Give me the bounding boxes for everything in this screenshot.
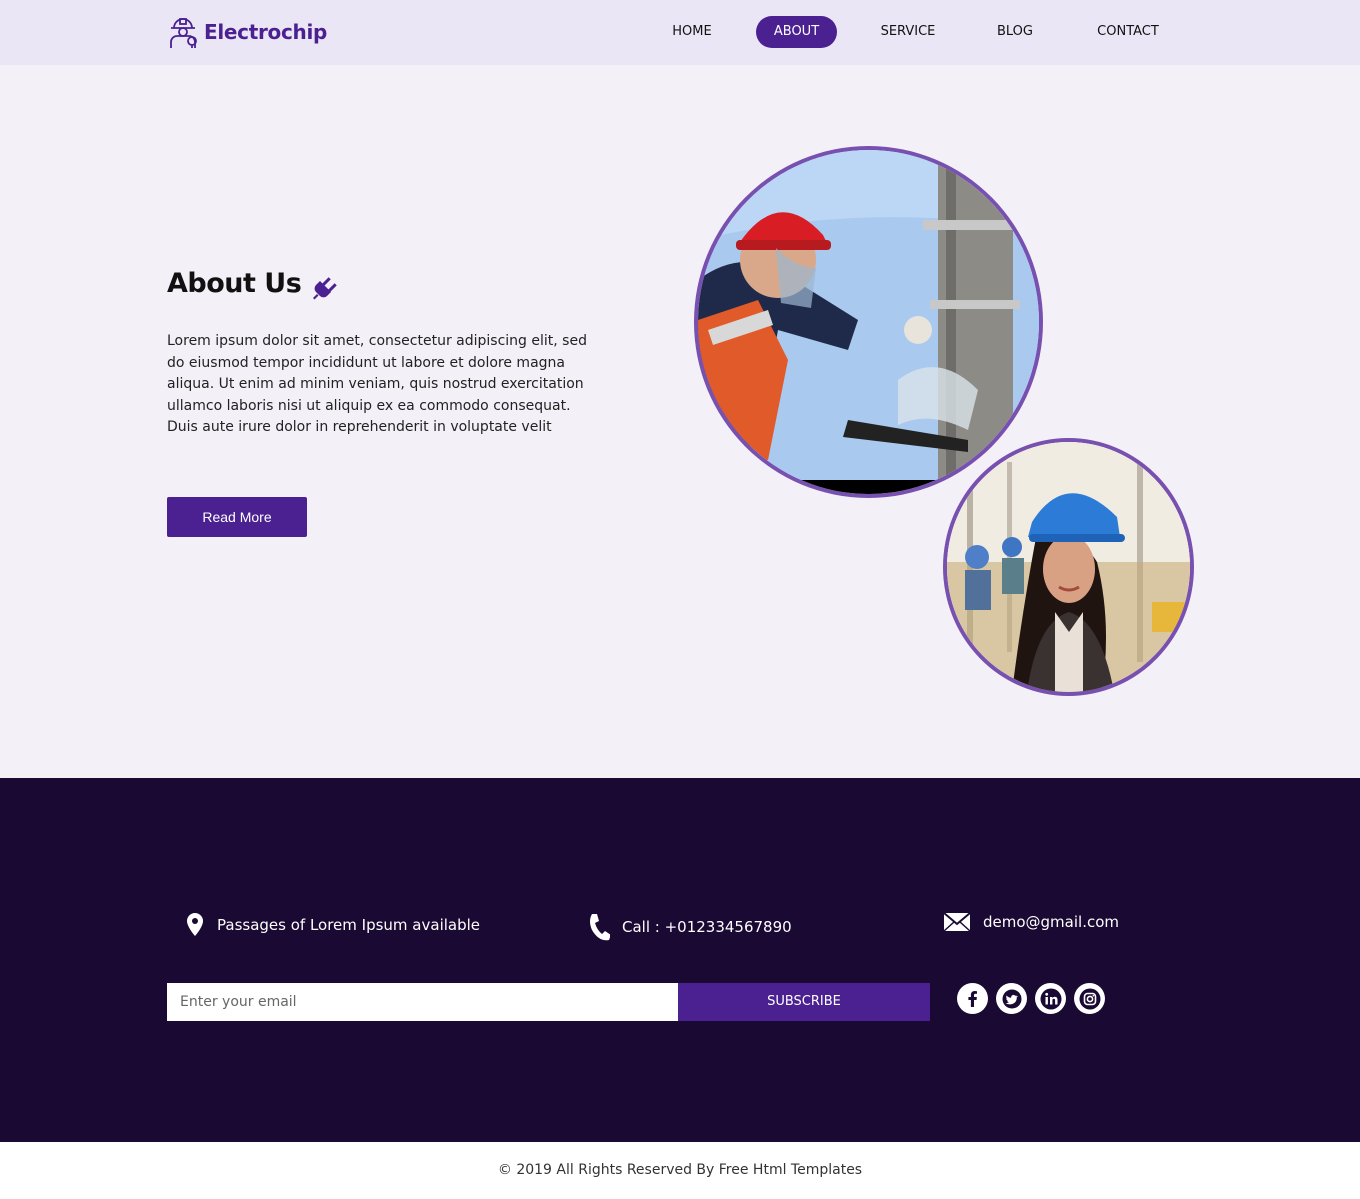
twitter-icon[interactable]	[996, 983, 1027, 1014]
facebook-icon[interactable]	[957, 983, 988, 1014]
phone-icon	[590, 914, 610, 941]
nav-service[interactable]: SERVICE	[870, 16, 946, 48]
plug-icon	[313, 277, 338, 300]
linkedin-icon[interactable]	[1035, 983, 1066, 1014]
about-section: About Us Lorem ipsum dolor sit amet, con…	[0, 65, 1360, 778]
about-heading: About Us	[167, 265, 341, 301]
nav-contact[interactable]: CONTACT	[1086, 16, 1170, 48]
nav-home[interactable]: HOME	[660, 16, 724, 48]
email-info[interactable]: demo@gmail.com	[943, 911, 1119, 933]
subscribe-button[interactable]: SUBSCRIBE	[678, 983, 930, 1021]
nav-blog[interactable]: BLOG	[986, 16, 1044, 48]
contact-section: Passages of Lorem Ipsum available Call :…	[0, 778, 1360, 1142]
location-pin-icon	[187, 913, 203, 936]
electrician-on-pole-photo	[694, 146, 1043, 498]
social-links	[957, 983, 1105, 1014]
phone-info: Call : +012334567890	[588, 912, 792, 942]
about-body: Lorem ipsum dolor sit amet, consectetur …	[167, 333, 587, 435]
mail-icon	[943, 912, 971, 932]
instagram-icon[interactable]	[1074, 983, 1105, 1014]
subscribe-email-input[interactable]	[167, 983, 678, 1021]
about-title: About Us	[167, 267, 302, 299]
address-info: Passages of Lorem Ipsum available	[185, 912, 480, 938]
nav-about[interactable]: ABOUT	[756, 16, 837, 48]
phone-text: Call : +012334567890	[622, 918, 792, 936]
address-text: Passages of Lorem Ipsum available	[217, 916, 481, 934]
site-header: Electrochip HOME ABOUT SERVICE BLOG CONT…	[0, 0, 1360, 65]
woman-hardhat-photo	[943, 438, 1194, 696]
email-text: demo@gmail.com	[983, 913, 1120, 931]
main-nav: HOME ABOUT SERVICE BLOG CONTACT	[0, 16, 1360, 49]
read-more-button[interactable]: Read More	[167, 497, 307, 537]
copyright: © 2019 All Rights Reserved By Free Html …	[0, 1142, 1360, 1199]
